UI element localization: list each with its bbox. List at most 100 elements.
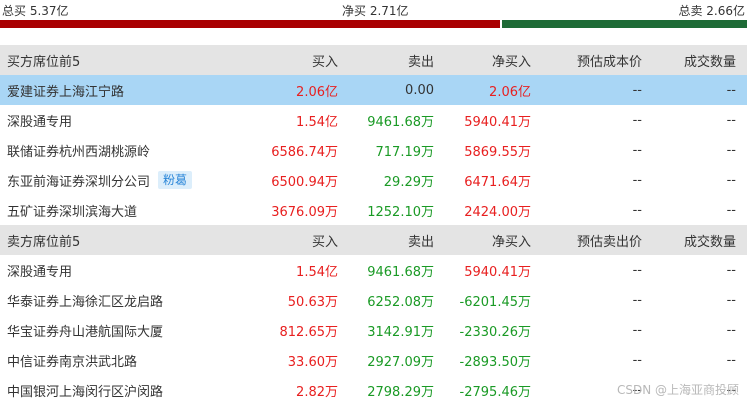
buy-amount: 1.54亿 (296, 264, 338, 280)
header-seat: 买方席位前5 (7, 54, 81, 70)
net-buy-amount: -2795.46万 (459, 384, 531, 400)
seat-name[interactable]: 华宝证券舟山港航国际大厦 (7, 321, 163, 340)
net-buy-amount: -2330.26万 (459, 324, 531, 340)
est-price: -- (632, 112, 642, 128)
sell-amount: 2798.29万 (367, 384, 434, 400)
seat-name[interactable]: 深股通专用 (7, 111, 72, 130)
watermark: CSDN @上海亚商投顾 (616, 383, 739, 397)
est-price: -- (632, 322, 642, 338)
header-sell: 卖出 (407, 234, 434, 250)
header-buy: 买入 (311, 234, 338, 250)
est-price: -- (632, 142, 642, 158)
sell-amount: 3142.91万 (367, 324, 434, 340)
total-sell-label: 总卖 2.66亿 (678, 4, 745, 18)
est-price: -- (632, 172, 642, 188)
volume: -- (726, 142, 736, 158)
seat-name[interactable]: 中信证券南京洪武北路 (7, 351, 137, 370)
table-row[interactable]: 深股通专用 1.54亿 9461.68万 5940.41万 -- -- (0, 255, 747, 285)
seat-name[interactable]: 华泰证券上海徐汇区龙启路 (7, 291, 163, 310)
volume: -- (726, 172, 736, 188)
header-buy: 买入 (311, 54, 338, 70)
sell-amount: 2927.09万 (367, 354, 434, 370)
buy-amount: 1.54亿 (296, 114, 338, 130)
buy-amount: 50.63万 (287, 294, 338, 310)
sell-amount: 1252.10万 (367, 204, 434, 220)
total-buy-label: 总买 5.37亿 (2, 4, 69, 18)
summary-bar: 总买 5.37亿 净买 2.71亿 总卖 2.66亿 (0, 0, 747, 30)
seat-name-cell: 五矿证券深圳滨海大道 (0, 201, 248, 220)
est-price: -- (632, 292, 642, 308)
seat-name-cell: 华宝证券舟山港航国际大厦 (0, 321, 248, 340)
sell-amount: 717.19万 (375, 144, 435, 160)
buy-amount: 2.06亿 (296, 84, 338, 100)
header-seat: 卖方席位前5 (7, 234, 81, 250)
sell-amount: 9461.68万 (367, 114, 434, 130)
net-buy-amount: -2893.50万 (459, 354, 531, 370)
est-price: -- (632, 82, 642, 98)
seat-name[interactable]: 东亚前海证券深圳分公司 (7, 171, 150, 190)
seat-name[interactable]: 爱建证券上海江宁路 (7, 81, 124, 100)
table-row[interactable]: 五矿证券深圳滨海大道 3676.09万 1252.10万 2424.00万 -- -- (0, 195, 747, 225)
buy-table-body: 爱建证券上海江宁路 2.06亿 0.00 2.06亿 -- -- 深股通专用 1.54亿 946… (0, 75, 747, 225)
volume: -- (726, 82, 736, 98)
buy-amount: 33.60万 (287, 354, 338, 370)
volume: -- (726, 352, 736, 368)
header-net-buy: 净买入 (491, 234, 531, 250)
volume: -- (726, 292, 736, 308)
sell-amount: 6252.08万 (367, 294, 434, 310)
sell-seats-table: 卖方席位前5 买入 卖出 净买入 预估卖出价 成交数量 深股通专用 1.54亿 94… (0, 225, 747, 405)
net-buy-amount: 2.06亿 (489, 84, 531, 100)
sell-amount: 9461.68万 (367, 264, 434, 280)
sell-ratio-fill (501, 20, 747, 28)
est-price: -- (632, 352, 642, 368)
table-row[interactable]: 中信证券南京洪武北路 33.60万 2927.09万 -2893.50万 -- -- (0, 345, 747, 375)
volume: -- (726, 262, 736, 278)
table-row[interactable]: 联储证券杭州西湖桃源岭 6586.74万 717.19万 5869.55万 -- -- (0, 135, 747, 165)
net-buy-amount: 6471.64万 (464, 174, 531, 190)
buy-amount: 2.82万 (296, 384, 338, 400)
seat-tag-badge[interactable]: 粉葛 (158, 171, 193, 189)
net-buy-amount: -6201.45万 (459, 294, 531, 310)
buy-seats-table: 买方席位前5 买入 卖出 净买入 预估成本价 成交数量 爱建证券上海江宁路 2.0… (0, 45, 747, 225)
seat-name[interactable]: 五矿证券深圳滨海大道 (7, 201, 137, 220)
net-buy-amount: 5869.55万 (464, 144, 531, 160)
seat-name-cell: 华泰证券上海徐汇区龙启路 (0, 291, 248, 310)
seat-name-cell: 深股通专用 (0, 261, 248, 280)
table-row[interactable]: 深股通专用 1.54亿 9461.68万 5940.41万 -- -- (0, 105, 747, 135)
table-row[interactable]: 东亚前海证券深圳分公司 粉葛 6500.94万 29.29万 6471.64万 -- -- (0, 165, 747, 195)
table-row[interactable]: 爱建证券上海江宁路 2.06亿 0.00 2.06亿 -- -- (0, 75, 747, 105)
seat-name[interactable]: 中国银河上海闵行区沪闵路 (7, 381, 163, 400)
buy-table-header: 买方席位前5 买入 卖出 净买入 预估成本价 成交数量 (0, 45, 747, 75)
net-buy-label: 净买 2.71亿 (342, 4, 409, 18)
header-volume: 成交数量 (683, 234, 736, 250)
volume: -- (726, 202, 736, 218)
volume: -- (726, 112, 736, 128)
buy-sell-ratio-bar (0, 20, 747, 28)
net-buy-amount: 2424.00万 (464, 204, 531, 220)
seat-name-cell: 中国银河上海闵行区沪闵路 (0, 381, 248, 400)
header-est-sell-price: 预估卖出价 (576, 234, 642, 250)
sell-amount: 29.29万 (383, 174, 434, 190)
seat-name-cell: 深股通专用 (0, 111, 248, 130)
buy-ratio-fill (0, 20, 500, 28)
header-est-cost: 预估成本价 (576, 54, 642, 70)
est-price: -- (632, 262, 642, 278)
buy-amount: 6586.74万 (271, 144, 338, 160)
table-row[interactable]: 华泰证券上海徐汇区龙启路 50.63万 6252.08万 -6201.45万 -- -- (0, 285, 747, 315)
sell-amount: 0.00 (405, 82, 434, 98)
net-buy-amount: 5940.41万 (464, 114, 531, 130)
est-price: -- (632, 202, 642, 218)
table-row[interactable]: 华宝证券舟山港航国际大厦 812.65万 3142.91万 -2330.26万 -- -- (0, 315, 747, 345)
seat-name[interactable]: 联储证券杭州西湖桃源岭 (7, 141, 150, 160)
buy-amount: 6500.94万 (271, 174, 338, 190)
seat-name-cell: 爱建证券上海江宁路 (0, 81, 248, 100)
seat-name-cell: 联储证券杭州西湖桃源岭 (0, 141, 248, 160)
seat-name[interactable]: 深股通专用 (7, 261, 72, 280)
buy-amount: 3676.09万 (271, 204, 338, 220)
header-sell: 卖出 (407, 54, 434, 70)
sell-table-header: 卖方席位前5 买入 卖出 净买入 预估卖出价 成交数量 (0, 225, 747, 255)
seat-name-cell: 东亚前海证券深圳分公司 粉葛 (0, 171, 248, 190)
header-net-buy: 净买入 (491, 54, 531, 70)
seat-name-cell: 中信证券南京洪武北路 (0, 351, 248, 370)
header-volume: 成交数量 (683, 54, 736, 70)
